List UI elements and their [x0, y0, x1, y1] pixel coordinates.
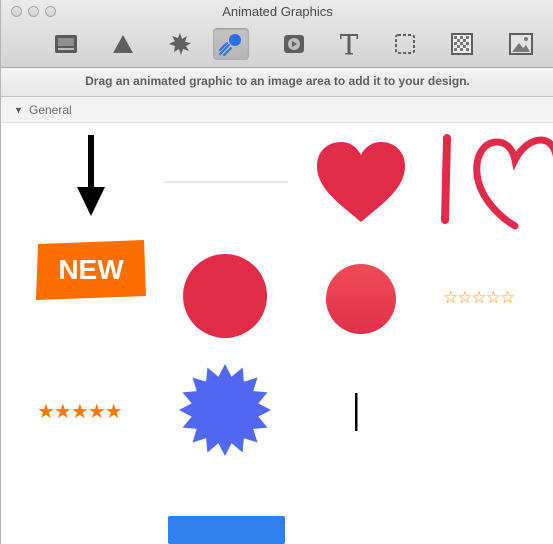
gradient-circle-icon [326, 264, 396, 334]
text-box-tool-button[interactable] [48, 28, 84, 60]
filled-stars-rating: ★★★★★ [37, 401, 123, 423]
text-cursor-icon [355, 393, 358, 431]
starburst-shape [179, 364, 271, 456]
animated-graphics-tool-button[interactable] [213, 28, 249, 60]
instructions-text: Drag an animated graphic to an image are… [85, 74, 470, 88]
triangle-shape-icon [113, 35, 133, 53]
section-header-general[interactable]: ▼ General [1, 97, 553, 123]
image-placeholder-tool-button[interactable] [387, 28, 423, 60]
graphic-text-cursor[interactable] [353, 393, 359, 433]
graphic-line[interactable] [164, 180, 288, 184]
arrow-down-icon [77, 135, 105, 216]
i-love-heart-icon [441, 134, 553, 230]
graphic-arrow-down[interactable] [75, 133, 107, 219]
instructions-bar: Drag an animated graphic to an image are… [1, 68, 553, 97]
line-icon [164, 181, 288, 183]
pattern-icon [451, 33, 473, 55]
section-label: General [29, 103, 72, 117]
red-circle-icon [183, 254, 267, 338]
pattern-tool-button[interactable] [444, 28, 480, 60]
text-tool-button[interactable] [331, 28, 367, 60]
graphic-red-circle-gradient[interactable] [325, 263, 397, 335]
blue-starburst-icon [179, 364, 271, 456]
graphic-blue-starburst[interactable] [176, 364, 274, 456]
video-icon [284, 35, 304, 53]
new-badge-label: NEW [58, 254, 124, 285]
blue-button-icon [168, 516, 285, 544]
heart-icon [317, 142, 405, 222]
window-title: Animated Graphics [222, 4, 333, 19]
animated-graphic-icon [219, 34, 241, 56]
title-bar: Animated Graphics [1, 0, 553, 68]
starburst-tool-button[interactable] [162, 28, 198, 60]
animated-graphics-window: Animated Graphics Drag an animated graph… [0, 0, 553, 544]
graphic-heart[interactable] [313, 138, 409, 224]
photo-tool-button[interactable] [503, 28, 539, 60]
video-tool-button[interactable] [276, 28, 312, 60]
photo-icon [509, 33, 533, 55]
graphic-new-badge[interactable]: NEW [34, 238, 148, 302]
graphic-i-love[interactable] [435, 128, 553, 234]
disclosure-triangle-icon[interactable]: ▼ [14, 97, 23, 123]
text-box-icon [55, 35, 77, 53]
shape-tool-button[interactable] [105, 28, 141, 60]
empty-stars-rating: ☆☆☆☆☆ [443, 288, 515, 307]
starburst-icon [169, 33, 191, 55]
text-icon [340, 34, 358, 55]
image-placeholder-icon [395, 34, 415, 54]
graphic-red-circle-large[interactable] [182, 253, 268, 339]
graphic-blue-button[interactable] [168, 516, 286, 544]
